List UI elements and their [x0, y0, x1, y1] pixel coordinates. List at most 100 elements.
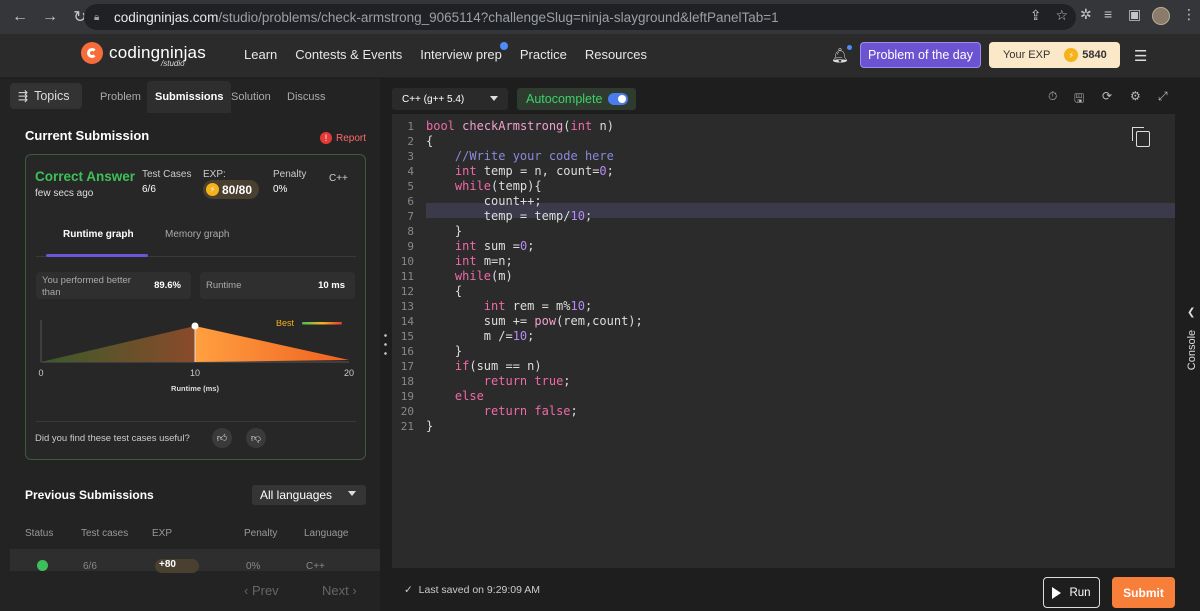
prev-button[interactable]: ‹ Prev: [244, 583, 279, 598]
current-submission-title: Current Submission: [25, 128, 150, 143]
line-number: 9: [407, 240, 414, 253]
url-host: codingninjas.com: [114, 9, 219, 25]
back-icon[interactable]: ←: [6, 3, 34, 31]
tick-label: 20: [344, 368, 354, 378]
line-number: 2: [407, 135, 414, 148]
reset-icon[interactable]: ⟳: [1102, 89, 1112, 103]
report-label: Report: [336, 132, 367, 144]
nav-resources[interactable]: Resources: [585, 47, 647, 62]
timer-icon[interactable]: ⏱: [1048, 89, 1057, 104]
thumbs-down-icon[interactable]: 👎︎: [246, 428, 266, 448]
tab-submissions[interactable]: Submissions: [147, 81, 232, 113]
exp-earned-value: 80/80: [222, 182, 253, 197]
best-gradient: [302, 322, 342, 325]
performance-label: You performed better than: [42, 275, 131, 298]
extension-icon[interactable]: ✲: [1080, 6, 1092, 23]
menu-icon[interactable]: ☰: [1134, 47, 1147, 65]
profile-avatar[interactable]: [1152, 7, 1170, 25]
autocomplete-toggle[interactable]: Autocomplete: [517, 88, 636, 110]
caret-down-icon: [490, 96, 498, 101]
lock-icon: 🔒︎: [94, 12, 100, 23]
toggle-switch[interactable]: [608, 93, 628, 105]
active-tab-indicator: [46, 254, 148, 257]
row-exp: +80: [155, 559, 199, 573]
problem-of-the-day-button[interactable]: Problem of the day: [860, 42, 981, 68]
your-runtime-marker: [191, 322, 199, 330]
line-number: 13: [400, 300, 414, 313]
row-penalty: 0%: [246, 561, 261, 572]
run-button[interactable]: Run: [1043, 577, 1100, 608]
play-icon: [1052, 586, 1062, 599]
code-editor[interactable]: 1 2 3 4 5 6 7 8 9 10 11 12 13 14 15 16 17 18 19 20 21 bool c…: [392, 114, 1175, 568]
site-header: codingninjas /studio Learn Contests & Ev…: [0, 34, 1200, 78]
address-bar[interactable]: 🔒︎ codingninjas.com /studio/problems/che…: [84, 4, 1076, 30]
nav-learn[interactable]: Learn: [244, 47, 277, 62]
language-select-value: C++ (g++ 5.4): [402, 93, 465, 105]
tab-solution[interactable]: Solution: [231, 91, 271, 103]
sidepanel-icon[interactable]: ▣: [1128, 6, 1141, 23]
nav-interview-prep[interactable]: Interview prep: [420, 42, 508, 62]
submission-result-card: Correct Answer few secs ago Test Cases 6…: [25, 154, 366, 460]
line-number: 14: [400, 315, 414, 328]
tick-label: 10: [190, 368, 200, 378]
copy-icon[interactable]: [1132, 127, 1150, 147]
report-button[interactable]: ! Report: [320, 132, 366, 144]
logo[interactable]: codingninjas /studio: [81, 42, 206, 68]
next-label: Next: [322, 583, 349, 598]
nav-practice[interactable]: Practice: [520, 47, 567, 62]
editor-footer: ✓ Last saved on 9:29:09 AM Run Submit: [392, 568, 1182, 611]
logo-mark: [81, 42, 103, 64]
row-test-cases: 6/6: [83, 561, 97, 572]
penalty-label: Penalty: [273, 169, 307, 180]
next-button[interactable]: Next ›: [322, 583, 357, 598]
exp-label: Your EXP: [1003, 49, 1051, 61]
exp-earned-badge: ⚡ 80/80: [203, 180, 259, 199]
runtime-stat: Runtime 10 ms: [200, 272, 355, 299]
topics-button[interactable]: ⇶ Topics: [10, 83, 82, 109]
run-label: Run: [1069, 586, 1091, 599]
language-select[interactable]: C++ (g++ 5.4): [392, 88, 508, 110]
line-number: 3: [407, 150, 414, 163]
line-number: 11: [400, 270, 414, 283]
chevron-left-icon: ❮: [1187, 307, 1196, 318]
line-number: 10: [400, 255, 414, 268]
console-panel-toggle[interactable]: ❮ Console: [1182, 79, 1200, 611]
more-icon[interactable]: ⋮: [1182, 6, 1196, 23]
save-icon[interactable]: 🖫: [1074, 89, 1084, 110]
share-icon[interactable]: ⇪: [1030, 7, 1042, 24]
save-status: ✓ Last saved on 9:29:09 AM: [404, 584, 541, 596]
runtime-label: Runtime: [206, 280, 242, 291]
star-icon[interactable]: ☆: [1055, 7, 1068, 24]
table-row[interactable]: 6/6 +80 0% C++: [10, 549, 381, 573]
tab-runtime-graph[interactable]: Runtime graph: [63, 229, 134, 240]
thumbs-up-icon[interactable]: 👍︎: [212, 428, 232, 448]
language-filter-select[interactable]: All languages: [252, 485, 366, 505]
submit-button[interactable]: Submit: [1112, 577, 1175, 608]
save-status-text: Last saved on 9:29:09 AM: [418, 584, 541, 596]
row-language: C++: [306, 561, 325, 572]
tab-memory-graph[interactable]: Memory graph: [165, 229, 229, 240]
tab-discuss[interactable]: Discuss: [287, 91, 326, 103]
editor-toolbar: C++ (g++ 5.4) Autocomplete ⏱ 🖫 ⟳ ⚙ ⤢: [392, 79, 1182, 115]
prev-label: Prev: [251, 583, 279, 598]
tab-problem[interactable]: Problem: [100, 91, 141, 103]
url-path: /studio/problems/check-armstrong_9065114…: [218, 9, 779, 25]
line-number: 12: [400, 285, 414, 298]
nav-interview-label: Interview prep: [420, 47, 502, 62]
forward-icon[interactable]: →: [36, 3, 64, 31]
playlist-icon[interactable]: ≡: [1104, 6, 1112, 22]
exp-badge[interactable]: Your EXP ⚡ 5840: [989, 42, 1120, 68]
nav-contests[interactable]: Contests & Events: [295, 47, 402, 62]
panel-resize-handle[interactable]: [380, 79, 392, 611]
language-value: C++: [329, 173, 348, 184]
settings-icon[interactable]: ⚙: [1130, 89, 1141, 103]
new-dot: [499, 42, 508, 50]
divider: [36, 421, 356, 422]
fullscreen-icon[interactable]: ⤢: [1158, 89, 1168, 104]
line-number: 18: [400, 375, 414, 388]
previous-submissions-title: Previous Submissions: [25, 488, 154, 502]
logo-text: codingninjas: [109, 43, 206, 62]
bell-icon[interactable]: 🔔︎: [831, 45, 852, 64]
line-number: 6: [407, 195, 414, 208]
runtime-graph: Best 0 10 20 Runtime (ms): [38, 320, 354, 393]
